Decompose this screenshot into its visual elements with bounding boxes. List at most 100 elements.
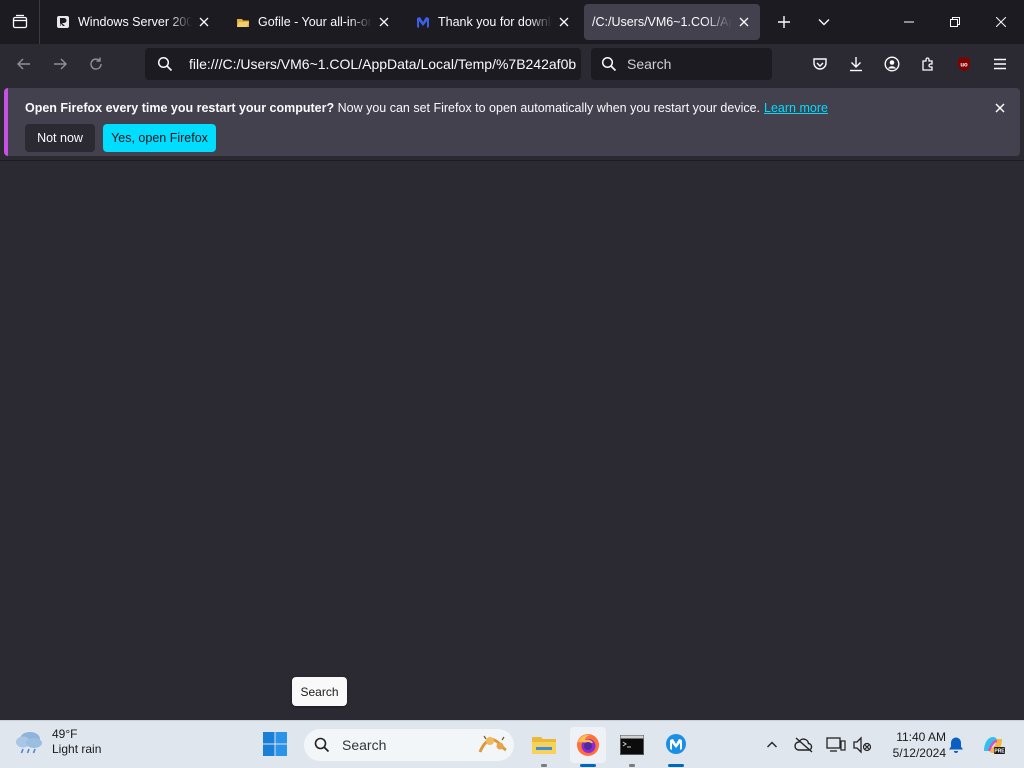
copilot-icon: PRE [984, 737, 1005, 755]
pocket-button[interactable] [802, 48, 838, 80]
arrow-left-icon [17, 58, 30, 70]
firefox-icon [577, 734, 599, 756]
close-window-button[interactable] [978, 0, 1024, 44]
taskbar-malwarebytes[interactable] [658, 727, 694, 767]
chevron-down-icon [818, 19, 830, 26]
ublock-button[interactable]: uo [946, 48, 982, 80]
reload-icon [90, 57, 102, 70]
pocket-icon [813, 58, 827, 70]
restore-icon [950, 17, 960, 27]
page-content [0, 160, 1024, 720]
gofile-icon [236, 15, 250, 29]
url-bar[interactable]: file:///C:/Users/VM6~1.COL/AppData/Local… [145, 48, 581, 80]
url-text[interactable]: file:///C:/Users/VM6~1.COL/AppData/Local… [189, 56, 581, 72]
taskbar-file-explorer[interactable] [526, 727, 562, 767]
tab-local-file[interactable]: /C:/Users/VM6~1.COL/Ap [584, 4, 760, 40]
system-clock[interactable]: 11:40 AM 5/12/2024 [880, 729, 946, 761]
learn-more-link[interactable]: Learn more [764, 101, 828, 115]
notifications-button[interactable] [944, 733, 968, 757]
arrow-right-icon [54, 58, 67, 70]
forward-button[interactable] [42, 48, 78, 80]
show-hidden-icons-button[interactable] [760, 733, 784, 757]
tab-windows-server[interactable]: Windows Server 2003 (i [44, 4, 220, 40]
minimize-button[interactable] [886, 0, 932, 44]
toolbar-actions: uo [802, 48, 1018, 80]
restore-button[interactable] [932, 0, 978, 44]
search-highlight-icon [478, 735, 507, 753]
tray-volume[interactable] [850, 733, 874, 757]
r-logo-icon [56, 15, 70, 29]
volume-muted-icon [853, 736, 872, 754]
window-controls [886, 0, 1024, 44]
minimize-icon [904, 21, 914, 23]
tab-close-icon[interactable] [196, 14, 212, 30]
search-icon [157, 56, 173, 72]
extensions-button[interactable] [910, 48, 946, 80]
tab-title: /C:/Users/VM6~1.COL/Ap [592, 15, 732, 29]
bell-icon [949, 737, 963, 753]
taskbar-search-placeholder: Search [342, 737, 387, 753]
plus-icon [778, 16, 790, 28]
notification-bar: Open Firefox every time you restart your… [4, 88, 1020, 156]
firefox-view-button[interactable] [0, 0, 40, 44]
close-icon [996, 17, 1006, 27]
search-icon [314, 737, 330, 753]
svg-text:uo: uo [960, 63, 968, 69]
malwarebytes-icon [666, 734, 686, 754]
firefox-view-icon [12, 14, 27, 29]
app-active-indicator [580, 764, 596, 767]
weather-widget[interactable]: 49°F Light rain [14, 727, 101, 757]
tray-onedrive[interactable] [792, 733, 816, 757]
navigation-toolbar: file:///C:/Users/VM6~1.COL/AppData/Local… [0, 44, 1024, 84]
back-button[interactable] [6, 48, 42, 80]
reload-button[interactable] [78, 48, 114, 80]
tray-network[interactable] [824, 733, 848, 757]
puzzle-icon [922, 57, 933, 71]
downloads-button[interactable] [838, 48, 874, 80]
taskbar-search-box[interactable]: Search [304, 729, 514, 761]
tab-close-icon[interactable] [736, 14, 752, 30]
start-button[interactable] [262, 731, 290, 759]
weather-description: Light rain [52, 742, 102, 756]
taskbar-command-prompt[interactable] [614, 727, 650, 767]
clock-date: 5/12/2024 [892, 746, 946, 760]
tab-title: Windows Server 2003 (i [78, 15, 192, 29]
rain-cloud-icon [16, 732, 42, 754]
notification-body: Now you can set Firefox to open automati… [334, 101, 761, 115]
network-icon [826, 737, 846, 752]
tab-close-icon[interactable] [556, 14, 572, 30]
taskbar-firefox[interactable] [570, 727, 606, 767]
tab-malwarebytes[interactable]: Thank you for downloa [404, 4, 580, 40]
search-tooltip: Search [292, 677, 347, 706]
notification-message: Open Firefox every time you restart your… [25, 101, 828, 115]
hamburger-menu-icon [994, 58, 1006, 70]
app-menu-button[interactable] [982, 48, 1018, 80]
notification-close-button[interactable] [992, 100, 1008, 116]
search-bar[interactable]: Search [591, 48, 772, 80]
tab-strip: Windows Server 2003 (i Gofile - Your all… [0, 0, 1024, 44]
tab-close-icon[interactable] [376, 14, 392, 30]
ublock-origin-icon: uo [958, 57, 970, 71]
new-tab-button[interactable] [764, 0, 804, 44]
chevron-up-icon [767, 741, 777, 748]
app-running-indicator [629, 764, 635, 767]
copilot-button[interactable]: PRE [978, 733, 1008, 757]
yes-open-firefox-button[interactable]: Yes, open Firefox [103, 124, 216, 152]
list-all-tabs-button[interactable] [804, 0, 844, 44]
search-placeholder: Search [627, 56, 672, 72]
tab-gofile[interactable]: Gofile - Your all-in-one [224, 4, 400, 40]
folder-icon [532, 737, 556, 754]
not-now-button[interactable]: Not now [25, 124, 95, 152]
tab-list: Windows Server 2003 (i Gofile - Your all… [40, 0, 764, 44]
cloud-offline-icon [794, 737, 813, 753]
weather-temperature: 49°F [52, 727, 78, 741]
account-button[interactable] [874, 48, 910, 80]
app-active-indicator [668, 764, 684, 767]
search-icon [601, 56, 617, 72]
app-running-indicator [541, 764, 547, 767]
terminal-icon [620, 735, 644, 755]
windows-logo-icon [263, 732, 287, 756]
notification-title: Open Firefox every time you restart your… [25, 101, 335, 115]
close-icon [995, 103, 1005, 113]
taskbar: 49°F Light rain Search 11:40 AM 5/12/202… [0, 720, 1024, 768]
